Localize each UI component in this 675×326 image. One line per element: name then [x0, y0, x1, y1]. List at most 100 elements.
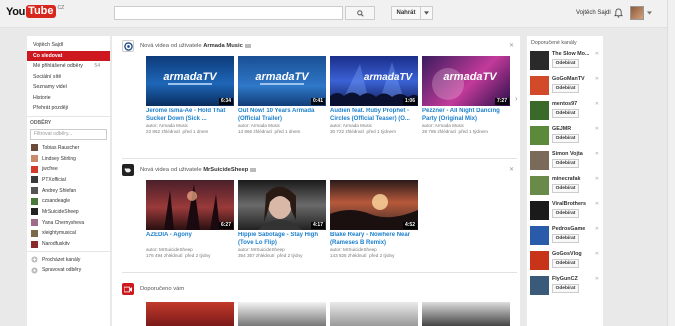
channel-name[interactable]: mentos97 — [552, 101, 577, 107]
channel-name[interactable]: minecrafak — [552, 176, 580, 182]
subscription-item[interactable]: jwcfree — [27, 164, 110, 175]
video-thumbnail[interactable] — [330, 302, 418, 326]
nav-social[interactable]: Sociální sítě — [27, 72, 110, 83]
subscribe-button[interactable]: Odebírat — [552, 159, 579, 168]
channel-name[interactable]: PedrosGame — [552, 226, 585, 232]
close-icon[interactable]: ✕ — [595, 126, 599, 132]
subscription-item[interactable]: MrSuicideSheep — [27, 207, 110, 218]
subscribe-button[interactable]: Odebírat — [552, 184, 579, 193]
filter-subscriptions-input[interactable]: Filtrovat odběry... — [30, 128, 107, 140]
subscribe-button[interactable]: Odebírat — [552, 209, 579, 218]
subscribe-button[interactable]: Odebírat — [552, 259, 579, 268]
channel-name[interactable]: ViralBrothers — [552, 201, 586, 207]
section-channel-link[interactable]: MrSuicideSheep — [203, 167, 248, 173]
close-icon[interactable]: ✕ — [595, 176, 599, 182]
video-thumbnail[interactable]: 6:27 — [146, 180, 234, 230]
close-icon[interactable]: ✕ — [595, 251, 599, 257]
video-title[interactable]: Hippie Sabotage - Stay High (Tove Lo Fli… — [238, 232, 326, 247]
channel-avatar[interactable] — [530, 76, 549, 95]
subscribe-button[interactable]: Odebírat — [552, 59, 579, 68]
channel-avatar[interactable] — [530, 101, 549, 120]
channel-avatar[interactable] — [530, 226, 549, 245]
video-card[interactable]: 6:27 AZEDIA - Agony autor: MrSuicideShee… — [146, 180, 234, 259]
video-card[interactable]: armadaTV 0:41 Out Now! 10 Years Armada (… — [238, 56, 326, 135]
subscription-item[interactable]: Andrey Shlefan — [27, 185, 110, 196]
channel-icon[interactable] — [122, 164, 134, 176]
nav-my-subscriptions[interactable]: Mé přihlášené odběry 54 — [27, 61, 110, 72]
nav-watch-later[interactable]: Přehrát později — [27, 103, 110, 114]
video-card[interactable]: 4:17 Hippie Sabotage - Stay High (Tove L… — [238, 180, 326, 259]
user-name[interactable]: Vojtěch Sajdl — [576, 10, 611, 16]
close-icon[interactable]: ✕ — [595, 51, 599, 57]
search-button[interactable] — [345, 6, 375, 20]
video-thumbnail[interactable] — [146, 302, 234, 326]
nav-playlists[interactable]: Seznamy videí — [27, 82, 110, 93]
channel-avatar[interactable] — [530, 126, 549, 145]
close-icon[interactable]: ✕ — [509, 42, 514, 49]
nav-what-to-watch[interactable]: Co sledovat — [27, 50, 110, 61]
video-title[interactable]: Audien feat. Ruby Prophet - Circles (Off… — [330, 108, 418, 123]
subscribe-button[interactable]: Odebírat — [552, 134, 579, 143]
close-icon[interactable]: ✕ — [595, 226, 599, 232]
subscription-item[interactable]: xleightymusical — [27, 228, 110, 239]
video-thumbnail[interactable] — [238, 302, 326, 326]
subscribe-button[interactable]: Odebírat — [552, 109, 579, 118]
video-thumbnail[interactable]: armadaTV 7:27 — [422, 56, 510, 106]
channel-avatar[interactable] — [530, 176, 549, 195]
channel-avatar[interactable] — [530, 201, 549, 220]
channel-avatar[interactable] — [530, 51, 549, 70]
video-title[interactable]: Blake Reary - Nowhere Near (Rameses B Re… — [330, 232, 418, 247]
browse-channels-link[interactable]: Procházet kanály — [27, 254, 110, 265]
subscribe-button[interactable]: Odebírat — [552, 284, 579, 293]
search-input[interactable] — [114, 6, 343, 20]
channel-name[interactable]: GoGoManTV — [552, 76, 585, 82]
channel-avatar[interactable] — [530, 276, 549, 295]
close-icon[interactable]: ✕ — [595, 276, 599, 282]
close-icon[interactable]: ✕ — [595, 76, 599, 82]
subscribe-button[interactable]: Odebírat — [552, 234, 579, 243]
channel-icon[interactable] — [122, 40, 134, 52]
channel-name[interactable]: GoGosVlog — [552, 251, 582, 257]
account-menu-button[interactable] — [647, 11, 652, 17]
notifications-button[interactable] — [613, 8, 624, 20]
video-thumbnail[interactable]: armadaTV 1:06 — [330, 56, 418, 106]
channel-name[interactable]: GEJMR — [552, 126, 571, 132]
chevron-right-icon[interactable]: › — [515, 94, 518, 103]
video-card[interactable]: armadaTV 1:06 Audien feat. Ruby Prophet … — [330, 56, 418, 135]
subscription-item[interactable]: Yana Chernysheva — [27, 217, 110, 228]
subscription-item[interactable]: czsandeagle — [27, 196, 110, 207]
video-thumbnail[interactable] — [422, 302, 510, 326]
nav-history[interactable]: Historie — [27, 93, 110, 104]
subscription-item[interactable]: Tobias Rauscher — [27, 143, 110, 154]
close-icon[interactable]: ✕ — [595, 201, 599, 207]
video-title[interactable]: Jerome Isma-Ae - Hold That Sucker Down (… — [146, 108, 234, 123]
video-card[interactable]: armadaTV 7:27 Pezzner - All Night Dancin… — [422, 56, 510, 135]
subscription-item[interactable]: Narodfuskitv — [27, 239, 110, 250]
subscription-item[interactable]: Lindsey Stirling — [27, 153, 110, 164]
channel-name[interactable]: The Slow Mo... — [552, 51, 589, 57]
manage-subscriptions-link[interactable]: Spravovat odběry — [27, 265, 110, 276]
video-thumbnail[interactable]: 4:17 — [238, 180, 326, 230]
video-title[interactable]: Pezzner - All Night Dancing Party (Origi… — [422, 108, 510, 123]
video-title[interactable]: AZEDIA - Agony — [146, 232, 234, 247]
video-title[interactable]: Out Now! 10 Years Armada (Official Trail… — [238, 108, 326, 123]
video-card[interactable]: 4:52 Blake Reary - Nowhere Near (Rameses… — [330, 180, 418, 259]
close-icon[interactable]: ✕ — [595, 101, 599, 107]
video-thumbnail[interactable]: armadaTV 0:41 — [238, 56, 326, 106]
upload-button[interactable]: Nahrát — [391, 6, 421, 20]
close-icon[interactable]: ✕ — [509, 166, 514, 173]
video-card[interactable]: armadaTV 6:34 Jerome Isma-Ae - Hold That… — [146, 56, 234, 135]
upload-menu-button[interactable] — [421, 6, 433, 20]
subscribe-button[interactable]: Odebírat — [552, 84, 579, 93]
channel-avatar[interactable] — [530, 151, 549, 170]
user-avatar[interactable] — [630, 6, 644, 20]
video-thumbnail[interactable]: 4:52 — [330, 180, 418, 230]
channel-name[interactable]: FlyGunCZ — [552, 276, 578, 282]
section-channel-link[interactable]: Armada Music — [203, 43, 243, 49]
channel-avatar[interactable] — [530, 251, 549, 270]
subscription-item[interactable]: PTXofficial — [27, 175, 110, 186]
nav-profile[interactable]: Vojtěch Sajdl — [27, 40, 110, 51]
youtube-logo[interactable]: You Tube CZ — [6, 5, 64, 18]
channel-name[interactable]: Simon Vojta — [552, 151, 583, 157]
close-icon[interactable]: ✕ — [595, 151, 599, 157]
